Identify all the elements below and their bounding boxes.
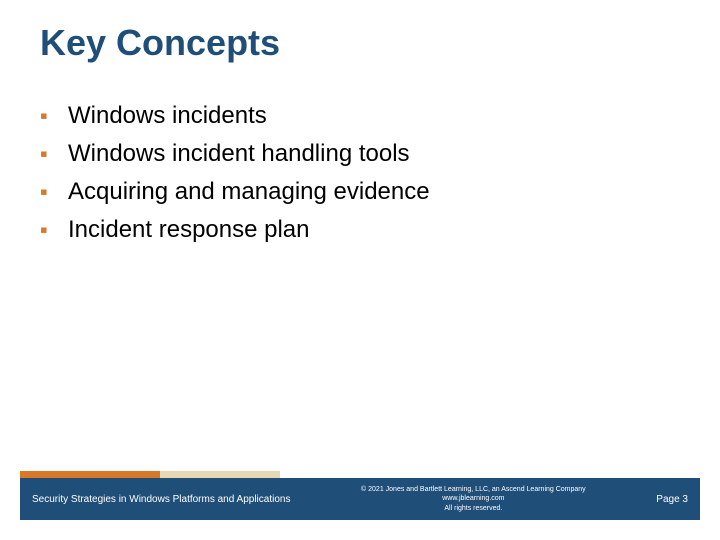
- footer: Security Strategies in Windows Platforms…: [0, 478, 720, 520]
- list-item: ▪ Windows incidents: [40, 100, 680, 132]
- bullet-icon: ▪: [40, 176, 68, 208]
- footer-center: © 2021 Jones and Bartlett Learning, LLC,…: [290, 485, 656, 512]
- footer-left-text: Security Strategies in Windows Platforms…: [20, 494, 290, 505]
- bullet-text: Incident response plan: [68, 214, 680, 246]
- bullet-text: Acquiring and managing evidence: [68, 176, 680, 208]
- footer-rights: All rights reserved.: [298, 504, 648, 513]
- slide-title: Key Concepts: [40, 22, 280, 64]
- list-item: ▪ Acquiring and managing evidence: [40, 176, 680, 208]
- footer-bar: Security Strategies in Windows Platforms…: [20, 478, 700, 520]
- footer-page-number: Page 3: [656, 494, 700, 505]
- accent-bar-orange: [20, 471, 160, 478]
- bullet-icon: ▪: [40, 214, 68, 246]
- slide: Key Concepts ▪ Windows incidents ▪ Windo…: [0, 0, 720, 540]
- list-item: ▪ Windows incident handling tools: [40, 138, 680, 170]
- bullet-list: ▪ Windows incidents ▪ Windows incident h…: [40, 100, 680, 252]
- bullet-text: Windows incident handling tools: [68, 138, 680, 170]
- footer-copyright: © 2021 Jones and Bartlett Learning, LLC,…: [298, 485, 648, 494]
- footer-site: www.jblearning.com: [298, 494, 648, 503]
- footer-accent: [20, 471, 700, 478]
- list-item: ▪ Incident response plan: [40, 214, 680, 246]
- accent-bar-light: [160, 471, 280, 478]
- bullet-text: Windows incidents: [68, 100, 680, 132]
- bullet-icon: ▪: [40, 100, 68, 132]
- bullet-icon: ▪: [40, 138, 68, 170]
